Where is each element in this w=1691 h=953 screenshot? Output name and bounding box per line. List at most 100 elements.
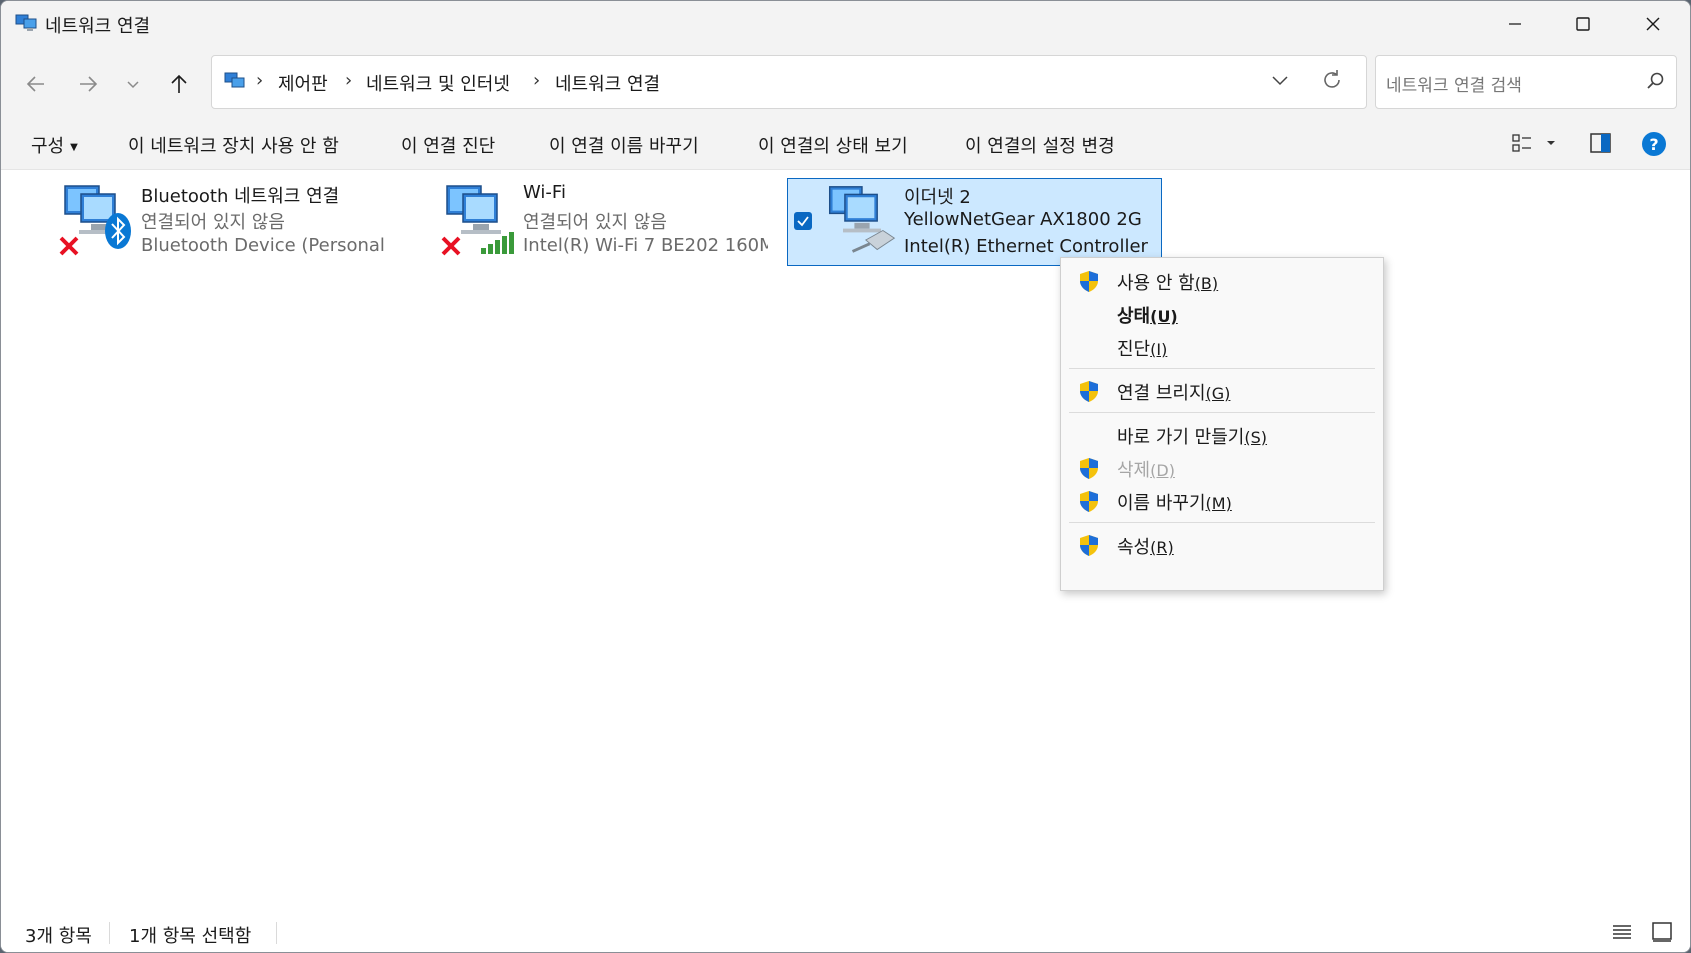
menu-item-properties[interactable]: 속성(R) <box>1065 528 1379 560</box>
navigation-bar: › 제어판 › 네트워크 및 인터넷 › 네트워크 연결 네트워크 연결 검색 <box>1 47 1690 117</box>
recent-locations-button[interactable] <box>116 67 150 101</box>
menu-separator <box>1069 368 1375 369</box>
uac-shield-icon <box>1080 491 1098 512</box>
change-settings-button[interactable]: 이 연결의 설정 변경 <box>965 132 1115 158</box>
status-bar: 3개 항목 1개 항목 선택함 <box>1 910 1690 952</box>
connection-device: Intel(R) Wi-Fi 7 BE202 160M... <box>523 235 768 256</box>
uac-shield-icon <box>1080 535 1098 556</box>
close-icon <box>1646 17 1660 31</box>
close-button[interactable] <box>1619 1 1687 47</box>
disable-device-button[interactable]: 이 네트워크 장치 사용 안 함 <box>128 132 339 158</box>
connections-list: Bluetooth 네트워크 연결 연결되어 있지 않음 Bluetooth D… <box>1 170 1690 910</box>
diagnose-button[interactable]: 이 연결 진단 <box>401 132 495 158</box>
view-options-icon[interactable] <box>1511 131 1557 155</box>
breadcrumb-network-internet[interactable]: 네트워크 및 인터넷 <box>366 70 510 96</box>
refresh-icon[interactable] <box>1320 68 1344 92</box>
menu-separator <box>1069 522 1375 523</box>
breadcrumb-separator: › <box>533 70 541 91</box>
breadcrumb-network-connections[interactable]: 네트워크 연결 <box>555 70 660 96</box>
connection-status: 연결되어 있지 않음 <box>523 212 667 233</box>
menu-item-label: 이름 바꾸기 <box>1117 493 1206 514</box>
menu-item-status[interactable]: 상태(U) <box>1065 297 1379 329</box>
connection-status: YellowNetGear AX1800 2G <box>904 209 1142 230</box>
menu-item-disable[interactable]: 사용 안 함(B) <box>1065 264 1379 296</box>
connection-device: Bluetooth Device (Personal ... <box>141 235 386 256</box>
search-icon[interactable] <box>1646 71 1666 91</box>
svg-text:?: ? <box>1649 135 1658 154</box>
network-adapter-icon <box>441 185 514 256</box>
search-box[interactable]: 네트워크 연결 검색 <box>1375 55 1677 109</box>
menu-item-bridge[interactable]: 연결 브리지(G) <box>1065 374 1379 406</box>
chevron-down-icon <box>127 81 139 89</box>
uac-shield-icon <box>1080 381 1098 402</box>
breadcrumb-separator: › <box>256 70 264 91</box>
details-view-icon[interactable] <box>1611 922 1633 942</box>
view-status-button[interactable]: 이 연결의 상태 보기 <box>758 132 908 158</box>
maximize-button[interactable] <box>1549 1 1617 47</box>
connection-status: 연결되어 있지 않음 <box>141 212 285 233</box>
connection-device: Intel(R) Ethernet Controller I2... <box>904 236 1154 257</box>
menu-item-shortcut: (B) <box>1194 274 1219 293</box>
status-divider <box>109 922 110 944</box>
command-bar: 구성 ▼ 이 네트워크 장치 사용 안 함 이 연결 진단 이 연결 이름 바꾸기… <box>1 117 1690 170</box>
window-title: 네트워크 연결 <box>45 16 151 37</box>
maximize-icon <box>1576 17 1590 31</box>
address-bar[interactable]: › 제어판 › 네트워크 및 인터넷 › 네트워크 연결 <box>211 55 1367 109</box>
back-button[interactable] <box>19 67 53 101</box>
network-connections-icon <box>15 14 37 31</box>
up-button[interactable] <box>162 67 196 101</box>
connection-name: Wi-Fi <box>523 182 566 203</box>
organize-button[interactable]: 구성 ▼ <box>31 132 78 158</box>
forward-button[interactable] <box>71 67 105 101</box>
organize-label: 구성 <box>31 136 65 157</box>
dropdown-arrow-icon: ▼ <box>70 141 78 153</box>
status-divider <box>276 922 277 944</box>
ethernet-adapter-icon <box>828 186 896 253</box>
menu-item-shortcut: (U) <box>1150 307 1178 326</box>
menu-item-shortcut: (G) <box>1205 384 1231 403</box>
preview-pane-icon[interactable] <box>1589 131 1613 155</box>
menu-item-shortcut: (D) <box>1150 461 1175 480</box>
menu-item-label: 삭제 <box>1117 460 1151 481</box>
connection-item-wifi[interactable]: Wi-Fi 연결되어 있지 않음 Intel(R) Wi-Fi 7 BE202 … <box>441 178 771 264</box>
large-icons-view-icon[interactable] <box>1651 921 1673 943</box>
arrow-up-icon <box>171 74 187 93</box>
uac-shield-icon <box>1080 271 1098 292</box>
connection-item-ethernet-2[interactable]: 이더넷 2 YellowNetGear AX1800 2G Intel(R) E… <box>787 178 1162 266</box>
menu-item-rename[interactable]: 이름 바꾸기(M) <box>1065 484 1379 516</box>
menu-item-delete: 삭제(D) <box>1065 451 1379 483</box>
menu-item-label: 속성 <box>1117 537 1151 558</box>
menu-item-create-shortcut[interactable]: 바로 가기 만들기(S) <box>1065 418 1379 450</box>
menu-item-diagnose[interactable]: 진단(I) <box>1065 330 1379 362</box>
menu-item-shortcut: (I) <box>1150 340 1168 359</box>
menu-item-label: 사용 안 함 <box>1117 273 1195 294</box>
menu-item-shortcut: (S) <box>1244 428 1268 447</box>
menu-item-shortcut: (M) <box>1205 494 1232 513</box>
item-count: 3개 항목 <box>25 926 92 947</box>
rename-button[interactable]: 이 연결 이름 바꾸기 <box>549 132 699 158</box>
minimize-button[interactable] <box>1481 1 1549 47</box>
connection-name: Bluetooth 네트워크 연결 <box>141 186 340 207</box>
breadcrumb-control-panel[interactable]: 제어판 <box>278 70 328 96</box>
arrow-left-icon <box>26 76 44 92</box>
bluetooth-icon <box>105 213 131 249</box>
control-panel-icon <box>224 72 245 88</box>
title-bar[interactable]: 네트워크 연결 <box>1 1 1690 47</box>
chevron-down-icon[interactable] <box>1270 70 1290 90</box>
menu-item-label: 바로 가기 만들기 <box>1117 427 1245 448</box>
breadcrumb-separator: › <box>345 70 353 91</box>
network-connections-window: 네트워크 연결 › 제어판 › 네트워크 및 인터넷 › 네트워크 연결 네트워… <box>0 0 1691 953</box>
menu-item-shortcut: (R) <box>1150 538 1174 557</box>
context-menu: 사용 안 함(B) 상태(U) 진단(I) 연결 브리지(G) 바로 가기 만들… <box>1060 257 1384 591</box>
arrow-right-icon <box>80 76 98 92</box>
menu-item-label: 연결 브리지 <box>1117 383 1206 404</box>
checkmark-icon <box>797 216 809 227</box>
search-input[interactable]: 네트워크 연결 검색 <box>1386 71 1522 96</box>
connection-name: 이더넷 2 <box>904 187 971 208</box>
menu-item-label: 상태 <box>1117 306 1151 327</box>
uac-shield-icon <box>1080 458 1098 479</box>
menu-separator <box>1069 412 1375 413</box>
selection-checkbox[interactable] <box>794 212 812 230</box>
help-icon[interactable]: ? <box>1641 131 1667 157</box>
connection-item-bluetooth[interactable]: Bluetooth 네트워크 연결 연결되어 있지 않음 Bluetooth D… <box>59 178 389 264</box>
